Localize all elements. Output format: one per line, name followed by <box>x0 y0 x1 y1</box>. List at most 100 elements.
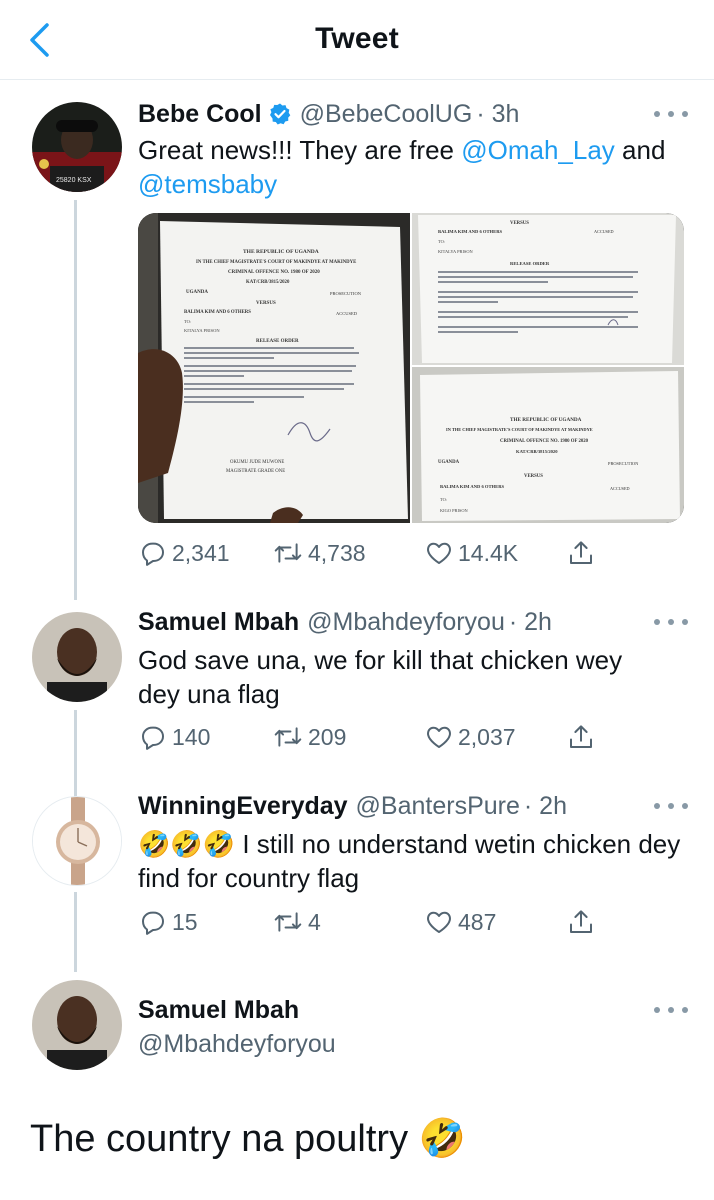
tweet-bebe-cool[interactable]: Bebe Cool @BebeCoolUG · 3h Great news!!!… <box>138 98 688 201</box>
doc-role: PROSECUTION <box>330 291 362 296</box>
tweet-text-part: and <box>614 135 666 165</box>
emoji: 🤣🤣🤣 <box>138 829 236 859</box>
tweet-text-part: Great news!!! They are free <box>138 135 462 165</box>
share-icon <box>570 910 592 933</box>
retweet-button[interactable]: 209 <box>272 722 346 752</box>
share-icon <box>570 725 592 748</box>
doc-to: TO: <box>184 319 191 324</box>
main-tweet-text-body: The country na poultry <box>30 1118 409 1160</box>
reply-button[interactable]: 140 <box>138 722 210 752</box>
tweet-text: God save una, we for kill that chicken w… <box>138 645 623 709</box>
doc-court: IN THE CHIEF MAGISTRATE'S COURT OF MAKIN… <box>446 427 593 432</box>
tweet-text: 🤣🤣🤣 I still no understand wetin chicken … <box>138 827 683 895</box>
more-icon[interactable] <box>654 1002 688 1018</box>
retweet-button[interactable]: 4 <box>272 907 321 937</box>
thread-connector <box>74 892 77 972</box>
like-count: 487 <box>458 908 497 935</box>
tweet-winningeveryday-reply[interactable]: WinningEveryday @BantersPure · 2h 🤣🤣🤣 I … <box>138 790 688 895</box>
tweet-header: WinningEveryday @BantersPure · 2h <box>138 790 688 822</box>
tweet-actions: 2,341 4,738 14.4K <box>138 538 608 568</box>
reply-icon <box>142 911 164 935</box>
share-icon <box>570 541 592 564</box>
author-handle[interactable]: @Mbahdeyforyou <box>307 606 505 638</box>
author-name[interactable]: Samuel Mbah <box>138 994 299 1026</box>
doc-release: RELEASE ORDER <box>256 339 299 344</box>
reply-count: 15 <box>172 908 198 935</box>
doc-ref: KAT/CRB/3815/2020 <box>246 280 290 285</box>
timestamp[interactable]: · 2h <box>509 606 552 638</box>
page-title: Tweet <box>315 22 399 55</box>
doc-party: UGANDA <box>438 460 460 465</box>
retweet-count: 4 <box>308 908 321 935</box>
share-button[interactable] <box>566 722 600 752</box>
like-button[interactable]: 14.4K <box>424 538 518 568</box>
doc-party: BALIMA KIM AND 6 OTHERS <box>440 484 505 489</box>
mention-link[interactable]: @Omah_Lay <box>461 135 615 165</box>
like-icon <box>427 542 451 564</box>
author-handle[interactable]: @BantersPure <box>356 790 520 822</box>
doc-party: BALIMA KIM AND 6 OTHERS <box>184 310 251 315</box>
reply-icon <box>142 726 164 750</box>
reply-icon <box>142 542 164 566</box>
doc-party: BALIMA KIM AND 6 OTHERS <box>438 229 503 234</box>
doc-signatory: OKUMU JUDE MUWONE <box>230 460 284 465</box>
svg-text:25820 KSX: 25820 KSX <box>56 177 92 184</box>
doc-to: TO: <box>438 239 445 244</box>
top-nav-bar: Tweet <box>0 0 714 80</box>
doc-role: PROSECUTION <box>608 461 639 466</box>
tweet-samuel-mbah-reply[interactable]: Samuel Mbah @Mbahdeyforyou · 2h God save… <box>138 606 688 711</box>
doc-prison: KIGO PRISON <box>440 508 469 513</box>
verified-badge-icon <box>268 102 292 126</box>
reply-button[interactable]: 2,341 <box>138 538 230 568</box>
author-handle[interactable]: @Mbahdeyforyou <box>138 1028 336 1060</box>
retweet-button[interactable]: 4,738 <box>272 538 366 568</box>
author-name[interactable]: Bebe Cool <box>138 98 262 130</box>
avatar[interactable] <box>32 980 122 1070</box>
like-button[interactable]: 487 <box>424 907 496 937</box>
tweet-subheader: @Mbahdeyforyou <box>138 1028 688 1060</box>
doc-party: UGANDA <box>186 290 208 295</box>
tweet-header: Samuel Mbah @Mbahdeyforyou · 2h <box>138 606 688 638</box>
tweet-actions: 140 209 2,037 <box>138 722 608 752</box>
like-count: 14.4K <box>458 539 519 566</box>
timestamp[interactable]: · 2h <box>524 790 567 822</box>
thread-connector <box>74 200 77 600</box>
tweet-actions: 15 4 487 <box>138 907 608 937</box>
main-tweet-author[interactable]: Samuel Mbah @Mbahdeyforyou <box>138 994 688 1060</box>
more-icon[interactable] <box>654 614 688 630</box>
share-button[interactable] <box>566 538 600 568</box>
tweet-header: Bebe Cool @BebeCoolUG · 3h <box>138 98 688 130</box>
share-button[interactable] <box>566 907 600 937</box>
doc-grade: MAGISTRATE GRADE ONE <box>226 469 285 474</box>
more-icon[interactable] <box>654 798 688 814</box>
tweet-media-grid[interactable]: THE REPUBLIC OF UGANDA IN THE CHIEF MAGI… <box>138 213 684 523</box>
doc-versus: VERSUS <box>256 301 276 306</box>
like-button[interactable]: 2,037 <box>424 722 516 752</box>
reply-count: 140 <box>172 723 211 750</box>
retweet-count: 209 <box>308 723 347 750</box>
doc-versus: VERSUS <box>524 474 543 479</box>
doc-criminal: CRIMINAL OFFENCE NO. 1980 OF 2020 <box>228 270 320 275</box>
emoji: 🤣 <box>418 1118 466 1160</box>
retweet-icon <box>274 543 302 563</box>
tweet-header: Samuel Mbah <box>138 994 688 1026</box>
reply-button[interactable]: 15 <box>138 907 198 937</box>
retweet-icon <box>274 912 302 932</box>
doc-to: TO: <box>440 497 447 502</box>
mention-link[interactable]: @temsbaby <box>138 169 277 199</box>
doc-release: RELEASE ORDER <box>510 261 550 266</box>
author-name[interactable]: WinningEveryday <box>138 790 348 822</box>
avatar[interactable]: 25820 KSX <box>32 102 122 192</box>
author-handle[interactable]: @BebeCoolUG <box>300 98 473 130</box>
doc-role: ACCUSED <box>594 229 614 234</box>
avatar[interactable] <box>32 796 122 886</box>
thread-connector <box>74 710 77 800</box>
tweet-text: Great news!!! They are free @Omah_Lay an… <box>138 133 688 201</box>
timestamp[interactable]: · 3h <box>476 98 519 130</box>
like-count: 2,037 <box>458 723 516 750</box>
avatar[interactable] <box>32 612 122 702</box>
doc-prison: KITALYA PRISON <box>184 328 220 333</box>
author-name[interactable]: Samuel Mbah <box>138 606 299 638</box>
more-icon[interactable] <box>654 106 688 122</box>
doc-prison: KITALYA PRISON <box>438 249 474 254</box>
